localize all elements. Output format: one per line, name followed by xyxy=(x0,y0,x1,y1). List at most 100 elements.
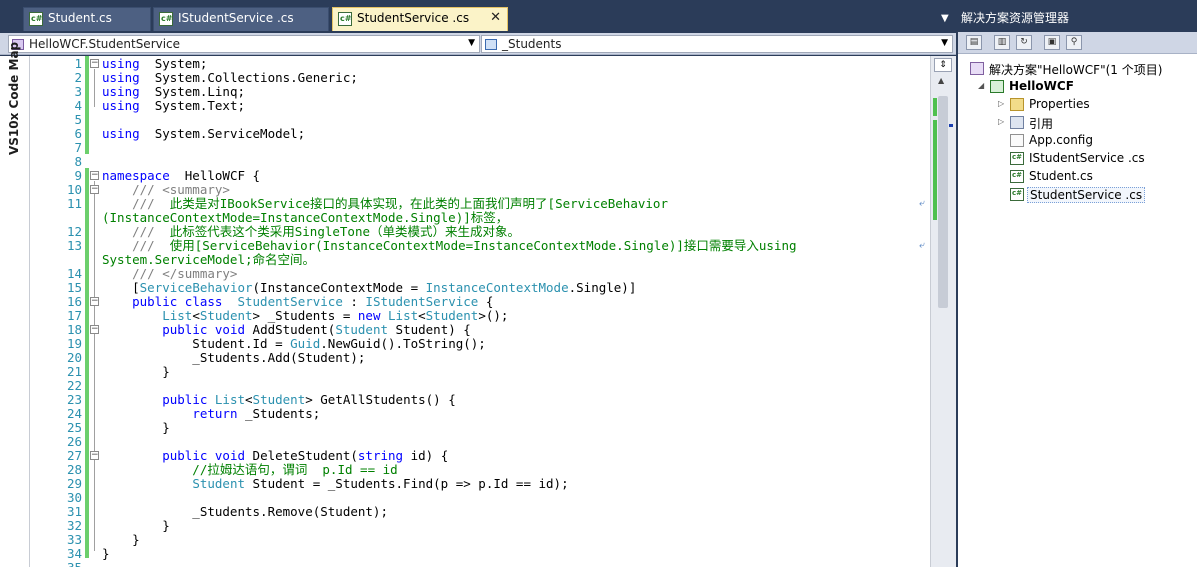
collapse-icon[interactable]: − xyxy=(90,185,99,194)
code-line: System.ServiceModel;命名空间。 xyxy=(102,253,315,267)
code-line: using System.Text; xyxy=(102,99,245,113)
code-token: } xyxy=(102,546,110,561)
navigation-bar: HelloWCF.StudentService ▼ _Students ▼ xyxy=(0,33,956,55)
line-number: 6 xyxy=(74,126,82,141)
code-token: 使用[ServiceBehavior(InstanceContextMode=I… xyxy=(162,238,797,253)
csharp-file-icon xyxy=(159,12,173,26)
scroll-change-marker xyxy=(933,120,937,220)
expand-arrow-icon[interactable]: ▷ xyxy=(998,99,1004,108)
code-token: Student.Id = xyxy=(102,336,291,351)
line-number: 31 xyxy=(66,504,82,519)
code-token: } xyxy=(102,518,170,533)
code-token: Student xyxy=(335,322,389,337)
tab-student-cs[interactable]: Student.cs xyxy=(23,7,151,31)
code-token: { xyxy=(478,294,494,309)
line-number: 11 xyxy=(66,196,82,211)
code-token: _Students.Add(Student); xyxy=(102,350,366,365)
line-number: 3 xyxy=(74,84,82,99)
line-number: 29 xyxy=(66,476,82,491)
scrollbar-thumb[interactable] xyxy=(938,96,948,308)
code-token: namespace xyxy=(102,168,170,183)
code-line: return _Students; xyxy=(102,407,320,421)
collapse-icon[interactable]: − xyxy=(90,325,99,334)
code-token: List xyxy=(388,308,419,323)
code-line: public void AddStudent(Student Student) … xyxy=(102,323,471,337)
chevron-up-icon[interactable]: ▲ xyxy=(938,76,944,85)
close-icon[interactable]: ✕ xyxy=(490,10,501,25)
search-icon[interactable]: ⚲ xyxy=(1066,35,1082,50)
code-token: public void xyxy=(162,322,246,337)
code-token: [ xyxy=(102,280,140,295)
code-line: public List<Student> GetAllStudents() { xyxy=(102,393,456,407)
code-line: [ServiceBehavior(InstanceContextMode = I… xyxy=(102,281,636,295)
type-dropdown[interactable]: HelloWCF.StudentService ▼ xyxy=(8,35,480,53)
code-token: System.ServiceModel;命名空间。 xyxy=(102,252,316,267)
tree-item-label: StudentService .cs xyxy=(1027,187,1146,203)
code-line: _Students.Remove(Student); xyxy=(102,505,388,519)
code-line: /// <summary> xyxy=(102,183,230,197)
properties-icon[interactable]: ▤ xyxy=(966,35,982,50)
tab-list-dropdown-icon[interactable]: ▼ xyxy=(941,13,949,24)
line-number: 33 xyxy=(66,532,82,547)
collapse-icon[interactable]: − xyxy=(90,171,99,180)
code-token: > GetAllStudents() { xyxy=(305,392,456,407)
code-token: System.Linq; xyxy=(139,84,245,99)
collapse-icon[interactable]: − xyxy=(90,297,99,306)
csharp-file-icon xyxy=(1010,188,1024,201)
collapse-icon[interactable]: − xyxy=(90,59,99,68)
split-window-icon[interactable]: ⇕ xyxy=(934,58,952,72)
tree-item-label: IStudentService .cs xyxy=(1029,151,1145,165)
code-map-panel[interactable]: VS10x Code Map xyxy=(0,42,30,567)
vertical-scrollbar[interactable]: ⇕ ▲ xyxy=(930,56,956,567)
line-number: 15 xyxy=(66,280,82,295)
code-line: } xyxy=(102,421,170,435)
code-token: DeleteStudent( xyxy=(245,448,358,463)
code-line: } xyxy=(102,533,140,547)
code-line: (InstanceContextMode=InstanceContextMode… xyxy=(102,211,508,225)
tab-istudentservice-cs[interactable]: IStudentService .cs xyxy=(153,7,329,31)
code-line: } xyxy=(102,365,170,379)
csharp-file-icon xyxy=(1010,152,1024,165)
line-number: 23 xyxy=(66,392,82,407)
refresh-icon[interactable]: ↻ xyxy=(1016,35,1032,50)
code-token: System.Text; xyxy=(139,98,245,113)
line-number: 28 xyxy=(66,462,82,477)
line-number: 30 xyxy=(66,490,82,505)
code-token: _Students; xyxy=(237,406,321,421)
code-token: IStudentService xyxy=(365,294,479,309)
code-editor[interactable]: 1 using System; 2 using System.Collections.… xyxy=(30,56,930,567)
change-marker xyxy=(85,98,89,154)
solution-explorer: 解决方案资源管理器 ▤ ▥ ↻ ▣ ⚲ 解决方案"HelloWCF"(1 个项目… xyxy=(958,0,1197,567)
solution-explorer-title: 解决方案资源管理器 xyxy=(958,0,1197,32)
code-line: Student Student = _Students.Find(p => p.… xyxy=(102,476,568,491)
collapse-icon[interactable]: − xyxy=(90,451,99,460)
show-all-files-icon[interactable]: ▥ xyxy=(994,35,1010,50)
view-class-diagram-icon[interactable]: ▣ xyxy=(1044,35,1060,50)
tab-studentservice-cs[interactable]: StudentService .cs ✕ xyxy=(332,7,508,31)
line-number: 2 xyxy=(74,70,82,85)
line-number: 7 xyxy=(74,140,82,155)
word-wrap-icon: ⤶ xyxy=(919,198,925,209)
line-number: 32 xyxy=(66,518,82,533)
line-number: 14 xyxy=(66,266,82,281)
member-dropdown[interactable]: _Students ▼ xyxy=(481,35,953,53)
line-number: 8 xyxy=(74,154,82,169)
code-token: < xyxy=(418,308,426,323)
code-line: /// 使用[ServiceBehavior(InstanceContextMo… xyxy=(102,238,797,253)
expand-arrow-icon[interactable]: ◢ xyxy=(978,81,984,90)
expand-arrow-icon[interactable]: ▷ xyxy=(998,117,1004,126)
code-map-label: VS10x Code Map xyxy=(7,41,21,155)
code-line: _Students.Add(Student); xyxy=(102,351,365,365)
config-file-icon xyxy=(1010,134,1024,147)
line-number: 13 xyxy=(66,238,82,253)
tree-item-label: Properties xyxy=(1029,97,1090,111)
code-line: using System.Linq; xyxy=(102,85,245,99)
code-line: //拉姆达语句，谓词 p.Id == id xyxy=(102,463,397,477)
